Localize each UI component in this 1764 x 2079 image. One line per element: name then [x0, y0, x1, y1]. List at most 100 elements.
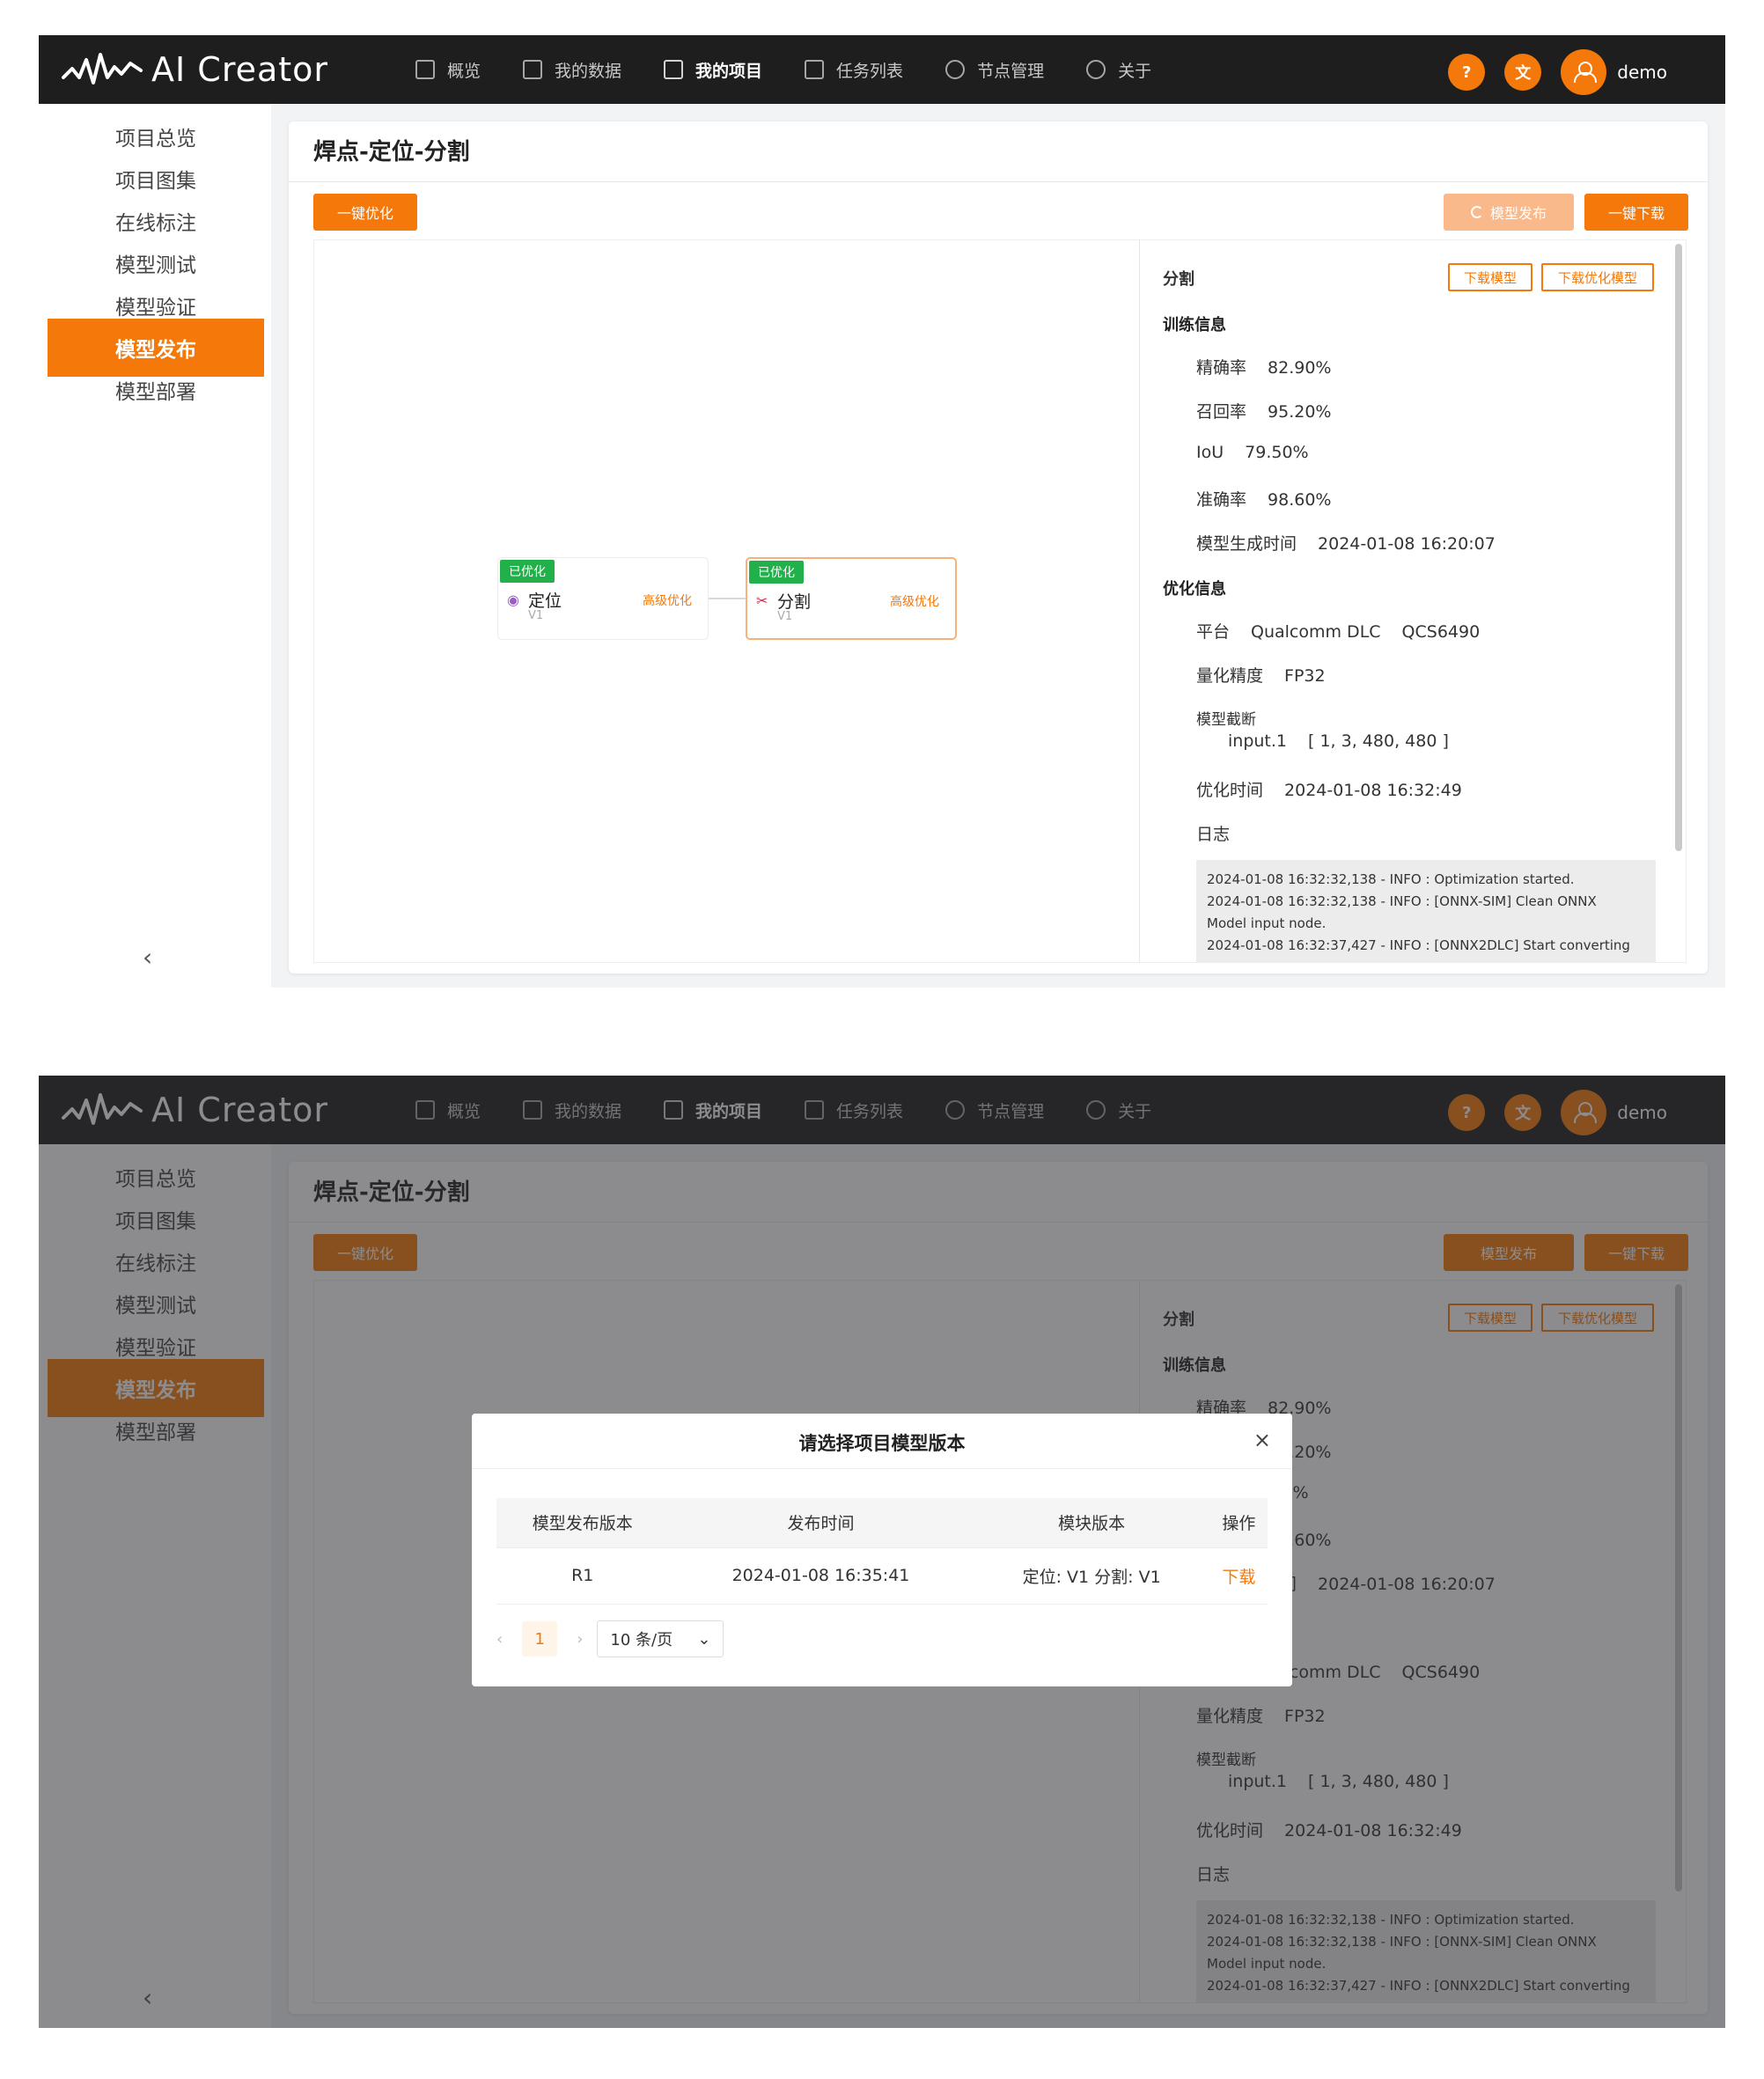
- platform-value: Qualcomm DLC: [1251, 622, 1381, 642]
- log-line: 2024-01-08 16:32:32,138 - INFO : Optimiz…: [1207, 871, 1575, 887]
- advanced-optimize-link[interactable]: 高级优化: [643, 591, 692, 609]
- download-optimized-model-button[interactable]: 下载优化模型: [1541, 263, 1654, 291]
- user-area: ? 文 demo: [1448, 49, 1667, 95]
- col-module-version: 模块版本: [973, 1498, 1210, 1548]
- list-icon: [805, 60, 825, 79]
- brand-title: AI Creator: [151, 50, 329, 89]
- node-name: 定位: [528, 591, 562, 611]
- truncate-input: input.1 [ 1, 3, 480, 480 ]: [1228, 731, 1449, 751]
- page-size-select[interactable]: 10 条/页 ⌄: [597, 1620, 724, 1657]
- page-title: 焊点-定位-分割: [313, 139, 470, 165]
- node-name: 分割: [777, 592, 812, 612]
- publish-button[interactable]: 模型发布: [1444, 194, 1574, 231]
- metric-label: 精确率: [1196, 358, 1247, 378]
- nav-label: 关于: [1118, 61, 1152, 81]
- input-name: input.1: [1228, 731, 1288, 751]
- module-name: 分割: [1163, 270, 1194, 289]
- advanced-optimize-link[interactable]: 高级优化: [890, 592, 939, 610]
- publish-button-label: 模型发布: [1489, 205, 1547, 222]
- nav-task-list[interactable]: 任务列表: [805, 58, 903, 82]
- model-info-panel: 分割 下载模型 下载优化模型 训练信息 精确率82.90% 召回率95.20% …: [1139, 239, 1687, 963]
- opt-time-label: 优化时间: [1196, 781, 1264, 800]
- metric-value: 95.20%: [1268, 402, 1332, 422]
- one-click-download-button[interactable]: 一键下载: [1584, 194, 1688, 231]
- sidebar: 项目总览 项目图集 在线标注 模型测试 模型验证 模型发布 模型部署 ‹: [39, 104, 271, 988]
- cell-modules: 定位: V1 分割: V1: [973, 1547, 1210, 1605]
- col-publish-time: 发布时间: [668, 1498, 974, 1548]
- nav-about[interactable]: 关于: [1086, 58, 1151, 82]
- help-button[interactable]: ?: [1448, 54, 1486, 91]
- help-icon: ?: [1462, 62, 1472, 82]
- metric-precision: 精确率 82.90%: [1196, 355, 1331, 378]
- cell-time: 2024-01-08 16:35:41: [668, 1547, 974, 1605]
- grid-icon: [415, 60, 435, 79]
- metric-accuracy: 准确率 98.60%: [1196, 487, 1331, 511]
- page-size-value: 10 条/页: [610, 1631, 673, 1649]
- loading-spinner-icon: [1470, 206, 1483, 218]
- one-click-optimize-button[interactable]: 一键优化: [313, 194, 417, 231]
- select-version-modal: 请选择项目模型版本 × 模型发布版本 发布时间 模块版本 操作 R1 2024-…: [472, 1414, 1292, 1686]
- flow-node-segment[interactable]: 已优化 ✂ 分割 V1 高级优化: [746, 557, 957, 640]
- main-card: 焊点-定位-分割 一键优化 模型发布 一键下载 已优化 ◉ 定位 V1 高级优化…: [289, 121, 1708, 973]
- scrollbar[interactable]: [1675, 244, 1682, 851]
- modal-title: 请选择项目模型版本: [798, 1433, 966, 1454]
- metric-label: 准确率: [1196, 490, 1247, 510]
- database-icon: [523, 60, 543, 79]
- nav-my-projects[interactable]: 我的项目: [664, 58, 762, 82]
- optimized-badge: 已优化: [749, 561, 804, 584]
- user-name[interactable]: demo: [1617, 62, 1667, 83]
- divider: [289, 181, 1708, 182]
- truncate-label: 模型截断: [1196, 711, 1256, 729]
- optimization-info-title: 优化信息: [1163, 580, 1226, 599]
- nav-overview[interactable]: 概览: [415, 58, 481, 82]
- platform-chip: QCS6490: [1401, 622, 1481, 642]
- metric-label: 召回率: [1196, 402, 1247, 422]
- page-number-current[interactable]: 1: [522, 1621, 558, 1657]
- node-version: V1: [528, 609, 544, 622]
- model-generated-time: 模型生成时间 2024-01-08 16:20:07: [1196, 531, 1496, 555]
- language-button[interactable]: 文: [1504, 54, 1542, 91]
- platform-label: 平台: [1196, 622, 1231, 642]
- metric-iou: IoU 79.50%: [1196, 443, 1309, 462]
- download-model-button[interactable]: 下载模型: [1448, 263, 1532, 291]
- metric-value: 82.90%: [1268, 358, 1332, 378]
- platform: 平台 Qualcomm DLC QCS6490: [1196, 619, 1480, 643]
- divider: [472, 1468, 1292, 1469]
- screenshot-publish-modal: AI Creator 概览 我的数据 我的项目 任务列表 节点管理 关于 ? 文…: [39, 1076, 1725, 2028]
- col-publish-version: 模型发布版本: [496, 1498, 669, 1548]
- metric-recall: 召回率 95.20%: [1196, 399, 1331, 422]
- download-link[interactable]: 下载: [1222, 1568, 1255, 1587]
- node-icon: [945, 60, 966, 79]
- sidebar-item-model-deploy[interactable]: 模型部署: [48, 361, 264, 419]
- optimized-badge: 已优化: [500, 560, 555, 583]
- flow-node-locate[interactable]: 已优化 ◉ 定位 V1 高级优化: [497, 557, 709, 640]
- log-line: Model input node.: [1207, 915, 1327, 931]
- chevron-down-icon: ⌄: [697, 1629, 711, 1649]
- nav-my-data[interactable]: 我的数据: [523, 58, 621, 82]
- log-box[interactable]: 2024-01-08 16:32:32,138 - INFO : Optimiz…: [1196, 860, 1656, 962]
- user-icon: [1574, 62, 1598, 83]
- metric-value: 79.50%: [1245, 443, 1309, 462]
- logo-wave-icon: [62, 53, 143, 84]
- avatar[interactable]: [1561, 49, 1607, 95]
- close-icon[interactable]: ×: [1253, 1428, 1271, 1452]
- training-info-title: 训练信息: [1163, 316, 1226, 334]
- cell-version: R1: [496, 1547, 669, 1605]
- collapse-icon[interactable]: ‹: [143, 943, 152, 972]
- next-page-icon[interactable]: ›: [577, 1630, 583, 1649]
- screenshot-publish-page: AI Creator 概览 我的数据 我的项目 任务列表 节点管理 关于 ? 文…: [39, 35, 1725, 988]
- nav-label: 任务列表: [836, 61, 904, 81]
- top-navbar: AI Creator 概览 我的数据 我的项目 任务列表 节点管理 关于 ? 文…: [39, 35, 1725, 104]
- input-shape: [ 1, 3, 480, 480 ]: [1308, 731, 1449, 751]
- folder-icon: [664, 60, 684, 79]
- metric-value: 2024-01-08 16:20:07: [1318, 534, 1496, 554]
- flow-canvas[interactable]: 已优化 ◉ 定位 V1 高级优化 已优化 ✂ 分割 V1 高级优化: [313, 239, 1139, 963]
- optimize-time: 优化时间 2024-01-08 16:32:49: [1196, 777, 1462, 801]
- node-version: V1: [777, 610, 793, 623]
- location-pin-icon: ◉: [507, 591, 519, 608]
- nav-node-management[interactable]: 节点管理: [945, 58, 1044, 82]
- brand[interactable]: AI Creator: [60, 48, 328, 92]
- prev-page-icon[interactable]: ‹: [496, 1630, 503, 1649]
- info-icon: [1086, 60, 1106, 79]
- scissors-icon: ✂: [756, 592, 768, 609]
